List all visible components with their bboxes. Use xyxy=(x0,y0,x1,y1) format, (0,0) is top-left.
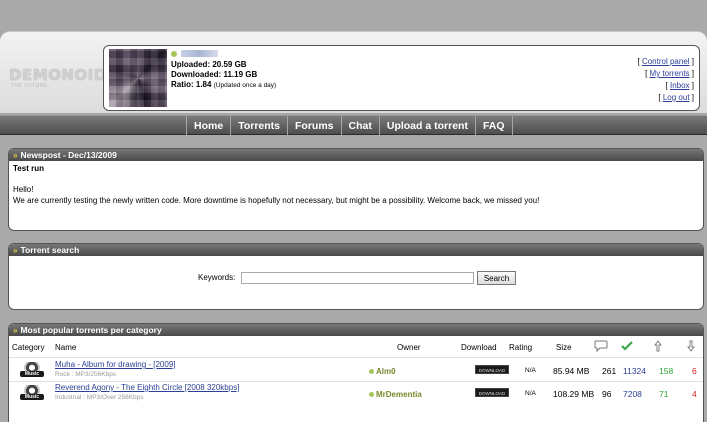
main-nav: Home Torrents Forums Chat Upload a torre… xyxy=(0,115,707,136)
ratio-value: Ratio: 1.84 xyxy=(171,80,212,89)
newspost-line: Hello! xyxy=(13,185,34,194)
col-rating[interactable]: Rating xyxy=(509,343,532,352)
completed-count: 7208 xyxy=(623,389,642,399)
nav-torrents[interactable]: Torrents xyxy=(231,116,288,136)
popular-title: Most popular torrents per category xyxy=(20,325,162,335)
control-panel-link[interactable]: Control panel xyxy=(642,57,690,66)
double-chevron-icon: » xyxy=(13,246,18,255)
torrent-name-link[interactable]: Muha - Album for drawing - [2009] xyxy=(55,360,176,369)
downloaded-stat: Downloaded: 11.19 GB xyxy=(171,70,258,79)
newspost-body: We are currently testing the newly writt… xyxy=(13,196,540,205)
owner-link[interactable]: Alm0 xyxy=(369,367,396,376)
torrent-subcategory: Industrial : MP3/Over 256Kbps xyxy=(55,394,144,401)
col-download: Download xyxy=(461,343,497,352)
search-button[interactable]: Search xyxy=(477,271,516,285)
comments-count[interactable]: 96 xyxy=(602,389,611,399)
col-owner[interactable]: Owner xyxy=(397,343,421,352)
nav-faq[interactable]: FAQ xyxy=(476,116,513,136)
newspost-header: » Newspost - Dec/13/2009 xyxy=(9,149,703,161)
torrent-search-panel: » Torrent search Keywords: Search xyxy=(8,243,704,310)
check-icon[interactable] xyxy=(621,341,633,353)
completed-count: 11324 xyxy=(623,366,647,376)
torrent-subcategory: Rock : MP3/256Kbps xyxy=(55,371,117,378)
comments-count[interactable]: 261 xyxy=(602,366,616,376)
seeders-count: 158 xyxy=(659,366,674,376)
torrent-row: Music Muha - Album for drawing - [2009] … xyxy=(9,359,703,380)
uploaded-stat: Uploaded: 20.59 GB xyxy=(171,60,247,69)
ratio-note: (Updated once a day) xyxy=(213,82,277,89)
col-name[interactable]: Name xyxy=(55,343,76,352)
keywords-label: Keywords: xyxy=(198,273,236,282)
nav-chat[interactable]: Chat xyxy=(342,116,380,136)
size-value: 85.94 MB xyxy=(553,366,590,376)
download-button[interactable]: DOWNLOAD xyxy=(475,388,509,397)
popular-header: » Most popular torrents per category xyxy=(9,324,703,336)
logo-tagline: THE FUTURE xyxy=(11,83,48,89)
rating-value: N/A xyxy=(525,367,536,374)
nav-upload-torrent[interactable]: Upload a torrent xyxy=(380,116,476,136)
search-input[interactable] xyxy=(241,272,474,284)
popular-torrents-panel: » Most popular torrents per category Cate… xyxy=(8,323,704,422)
music-category-icon[interactable]: Music xyxy=(20,385,44,400)
newspost-heading: Test run xyxy=(13,164,44,173)
size-value: 108.29 MB xyxy=(553,389,595,399)
search-title: Torrent search xyxy=(20,245,80,255)
avatar xyxy=(109,49,167,107)
seeders-count: 71 xyxy=(659,389,669,399)
search-header: » Torrent search xyxy=(9,244,703,256)
col-category[interactable]: Category xyxy=(12,343,44,352)
leechers-count: 4 xyxy=(692,389,697,399)
username-redacted xyxy=(181,50,218,57)
site-logo[interactable]: DEMONOID THE FUTURE xyxy=(9,64,106,94)
seeders-arrow-up-icon[interactable] xyxy=(654,340,662,354)
leechers-count: 6 xyxy=(692,366,697,376)
nav-home[interactable]: Home xyxy=(186,116,232,136)
user-links: [ Control panel ] [ My torrents ] [ Inbo… xyxy=(637,57,695,102)
row-divider xyxy=(9,357,703,358)
col-size[interactable]: Size xyxy=(556,343,572,352)
user-info-box: Uploaded: 20.59 GB Downloaded: 11.19 GB … xyxy=(103,45,700,111)
torrent-row: Music Reverend Agony - The Eighth Circle… xyxy=(9,382,703,403)
download-button[interactable]: DOWNLOAD xyxy=(475,365,509,374)
owner-link[interactable]: MrDementia xyxy=(369,390,422,399)
rating-value: N/A xyxy=(525,390,536,397)
comments-icon[interactable] xyxy=(594,340,608,354)
inbox-link[interactable]: Inbox xyxy=(670,81,690,90)
my-torrents-link[interactable]: My torrents xyxy=(650,69,690,78)
double-chevron-icon: » xyxy=(13,326,18,335)
newspost-title: Newspost - Dec/13/2009 xyxy=(20,150,117,160)
nav-forums[interactable]: Forums xyxy=(288,116,342,136)
music-category-icon[interactable]: Music xyxy=(20,362,44,377)
newspost-panel: » Newspost - Dec/13/2009 Test run Hello! … xyxy=(8,148,704,231)
site-header: DEMONOID THE FUTURE Uploaded: 20.59 GB D… xyxy=(0,31,707,113)
torrent-name-link[interactable]: Reverend Agony - The Eighth Circle [2008… xyxy=(55,383,239,392)
online-status-icon xyxy=(171,51,177,57)
leechers-arrow-down-icon[interactable] xyxy=(687,340,695,354)
double-chevron-icon: » xyxy=(13,151,18,160)
log-out-link[interactable]: Log out xyxy=(663,93,690,102)
logo-text: DEMONOID xyxy=(9,66,107,84)
ratio-stat: Ratio: 1.84 (Updated once a day) xyxy=(171,80,276,89)
table-header: Category Name Owner Download Rating Size xyxy=(9,337,703,357)
